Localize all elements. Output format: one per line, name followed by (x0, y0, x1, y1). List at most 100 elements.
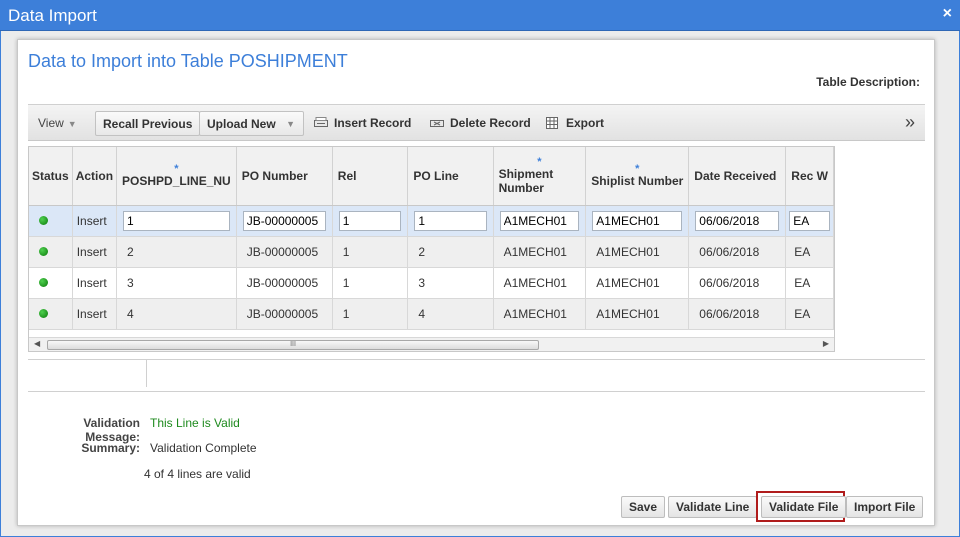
table-description-label: Table Description: (816, 75, 920, 89)
view-menu[interactable]: View ▼ (38, 116, 77, 130)
po-line-cell[interactable]: 3 (407, 267, 494, 299)
po-line-input[interactable] (414, 210, 487, 231)
shipment-cell (493, 205, 587, 237)
date-received-cell[interactable]: 06/06/2018 (688, 298, 787, 330)
required-marker: * (635, 162, 640, 175)
table-row[interactable]: Insert (29, 205, 834, 237)
table-row[interactable]: Insert 2 JB-00000005 1 2 A1MECH01 A1MECH… (29, 236, 834, 268)
rel-cell[interactable]: 1 (332, 236, 409, 268)
validate-line-button[interactable]: Validate Line (668, 496, 758, 518)
action-cell: Insert (72, 298, 118, 330)
table-row[interactable]: Insert 4 JB-00000005 1 4 A1MECH01 A1MECH… (29, 298, 834, 330)
divider (28, 359, 925, 360)
rel-cell[interactable]: 1 (332, 267, 409, 299)
po-number-cell (236, 205, 333, 237)
line-cell[interactable]: 2 (116, 236, 237, 268)
column-header-shipment[interactable]: * Shipment Number (493, 147, 587, 206)
scroll-right-icon[interactable]: ▶ (823, 339, 829, 348)
table-row[interactable]: Insert 3 JB-00000005 1 3 A1MECH01 A1MECH… (29, 267, 834, 299)
more-tools-icon[interactable]: » (905, 112, 915, 133)
date-received-cell (688, 205, 787, 237)
shipment-cell[interactable]: A1MECH01 (493, 267, 587, 299)
validation-message-value: This Line is Valid (150, 416, 240, 430)
column-header-action[interactable]: Action (72, 147, 118, 206)
column-header-line[interactable]: * POSHPD_LINE_NU (116, 147, 237, 206)
rec-input[interactable] (789, 210, 830, 231)
rel-cell (332, 205, 409, 237)
shipment-cell[interactable]: A1MECH01 (493, 236, 587, 268)
upload-new-dropdown[interactable]: Upload New ▼ (199, 111, 304, 136)
rec-cell[interactable]: EA (785, 298, 834, 330)
data-table: Status Action * POSHPD_LINE_NU PO Number … (29, 147, 834, 330)
date-received-input[interactable] (695, 210, 780, 231)
shipment-cell[interactable]: A1MECH01 (493, 298, 587, 330)
caret-down-icon: ▼ (286, 119, 295, 129)
shiplist-cell[interactable]: A1MECH01 (585, 298, 690, 330)
line-input[interactable] (123, 210, 230, 231)
validation-message-label: Validation Message: (83, 416, 140, 444)
recall-previous-button[interactable]: Recall Previous (95, 111, 201, 136)
delete-record-label: Delete Record (450, 116, 531, 130)
column-header-po-line[interactable]: PO Line (407, 147, 494, 206)
export-button[interactable]: Export (546, 116, 604, 130)
column-header-shiplist[interactable]: * Shiplist Number (585, 147, 690, 206)
delete-record-button[interactable]: Delete Record (430, 116, 531, 130)
column-header-rel[interactable]: Rel (332, 147, 409, 206)
upload-new-label: Upload New (207, 117, 276, 131)
scroll-left-icon[interactable]: ◀ (34, 339, 40, 348)
po-number-cell[interactable]: JB-00000005 (236, 267, 333, 299)
shiplist-cell[interactable]: A1MECH01 (585, 267, 690, 299)
status-valid-icon (39, 246, 48, 256)
delete-record-icon (430, 120, 444, 127)
column-header-rec[interactable]: Rec W (785, 147, 834, 206)
po-number-cell[interactable]: JB-00000005 (236, 236, 333, 268)
rec-cell[interactable]: EA (785, 236, 834, 268)
line-cell[interactable]: 4 (116, 298, 237, 330)
import-file-button[interactable]: Import File (846, 496, 924, 518)
shiplist-input[interactable] (592, 210, 683, 231)
validate-file-button[interactable]: Validate File (761, 496, 847, 518)
scrollbar-thumb[interactable]: III (47, 340, 539, 350)
po-number-input[interactable] (242, 210, 326, 231)
summary-label: Summary: (81, 441, 140, 455)
line-cell[interactable]: 3 (116, 267, 237, 299)
rel-input[interactable] (338, 210, 402, 231)
date-received-cell[interactable]: 06/06/2018 (688, 267, 787, 299)
window-title: Data Import (8, 6, 97, 25)
column-header-status[interactable]: Status (29, 147, 73, 206)
table-header-row: Status Action * POSHPD_LINE_NU PO Number … (29, 147, 834, 206)
status-valid-icon (39, 277, 48, 287)
required-marker: * (537, 155, 542, 168)
save-button[interactable]: Save (621, 496, 666, 518)
status-cell (29, 236, 73, 268)
rec-cell[interactable]: EA (785, 267, 834, 299)
close-icon[interactable]: × (943, 5, 952, 23)
status-cell (29, 205, 73, 237)
summary-value: Validation Complete (150, 441, 257, 455)
rel-cell[interactable]: 1 (332, 298, 409, 330)
po-line-cell[interactable]: 2 (407, 236, 494, 268)
date-received-cell[interactable]: 06/06/2018 (688, 236, 787, 268)
shipment-input[interactable] (499, 210, 580, 231)
divider (28, 391, 925, 392)
import-data-grid: Status Action * POSHPD_LINE_NU PO Number … (28, 146, 835, 352)
insert-record-button[interactable]: Insert Record (314, 116, 411, 130)
caret-down-icon: ▼ (67, 119, 77, 129)
column-header-date-received[interactable]: Date Received (688, 147, 787, 206)
po-number-cell[interactable]: JB-00000005 (236, 298, 333, 330)
horizontal-scrollbar[interactable]: ◀ III ▶ (29, 337, 834, 351)
action-cell: Insert (72, 205, 118, 237)
export-icon (546, 117, 558, 129)
shiplist-cell (585, 205, 690, 237)
action-cell: Insert (72, 236, 118, 268)
action-cell: Insert (72, 267, 118, 299)
line-cell (116, 205, 237, 237)
po-line-cell (407, 205, 494, 237)
page-title: Data to Import into Table POSHIPMENT (28, 51, 348, 71)
po-line-cell[interactable]: 4 (407, 298, 494, 330)
shiplist-cell[interactable]: A1MECH01 (585, 236, 690, 268)
column-header-line-label: POSHPD_LINE_NU (122, 173, 231, 188)
window-titlebar: Data Import × (0, 0, 960, 31)
column-header-po-number[interactable]: PO Number (236, 147, 333, 206)
status-cell (29, 267, 73, 299)
